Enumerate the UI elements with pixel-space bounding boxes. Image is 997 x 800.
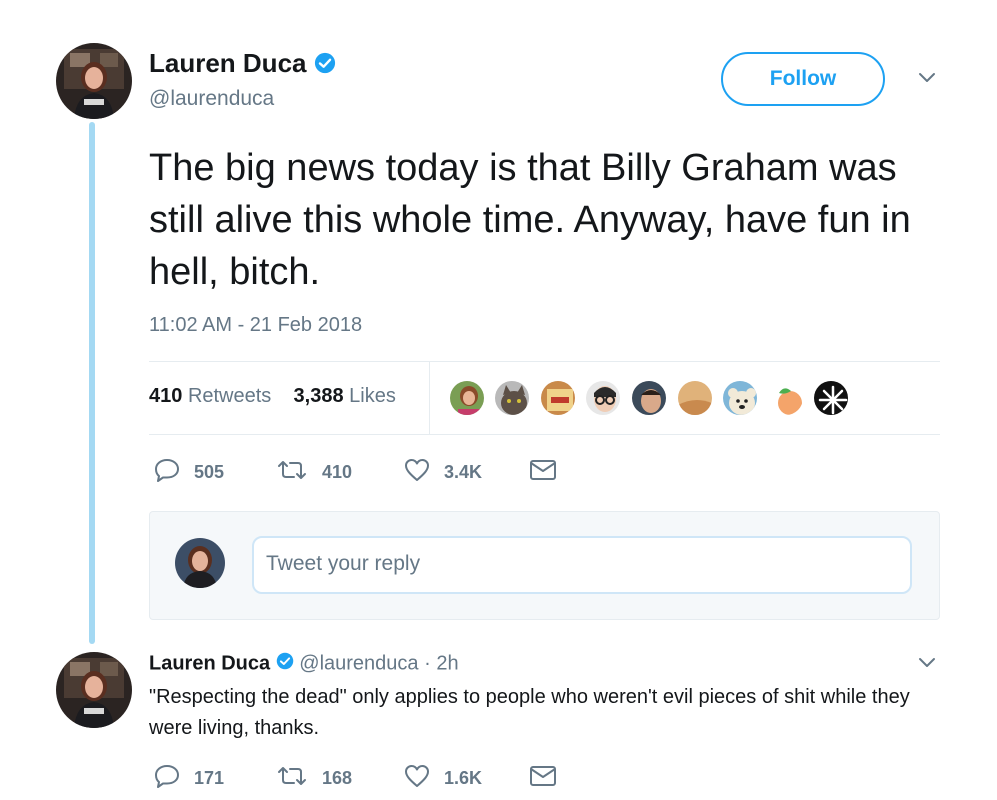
like-icon (404, 458, 444, 487)
divider-top (149, 361, 940, 362)
like-stat[interactable]: 3,388 Likes (294, 385, 396, 407)
thread-connector-line (89, 122, 95, 644)
liker-avatar[interactable] (539, 379, 577, 417)
author-avatar[interactable] (56, 43, 132, 119)
divider-bottom (149, 434, 940, 435)
verified-badge-icon (276, 652, 294, 676)
liker-avatar[interactable] (812, 379, 850, 417)
retweet-icon (276, 764, 322, 793)
stats-vertical-divider (429, 362, 430, 434)
message-icon (529, 459, 571, 486)
reply-like-button[interactable]: 1.6K (404, 764, 482, 793)
follow-button[interactable]: Follow (721, 52, 885, 106)
reply-separator: · (424, 652, 431, 675)
reply-author-avatar[interactable] (56, 652, 132, 728)
reply-text: "Respecting the dead" only applies to pe… (149, 686, 910, 739)
chevron-down-icon[interactable] (917, 656, 937, 675)
reply-author-name[interactable]: Lauren Duca (149, 652, 270, 674)
author-name[interactable]: Lauren Duca (149, 48, 336, 81)
reply-icon (154, 764, 194, 793)
tweet-stats: 410 Retweets 3,388 Likes (149, 385, 396, 408)
chevron-down-icon[interactable] (917, 71, 937, 90)
current-user-avatar (175, 538, 225, 588)
author-handle[interactable]: @laurenduca (149, 87, 274, 111)
message-icon (529, 765, 571, 792)
liker-avatar[interactable] (721, 379, 759, 417)
retweet-stat[interactable]: 410 Retweets (149, 385, 271, 407)
liker-avatar[interactable] (493, 379, 531, 417)
reply-input[interactable]: Tweet your reply (252, 536, 912, 594)
liker-avatar[interactable] (767, 379, 805, 417)
reply-direct-message-button[interactable] (529, 765, 571, 792)
reply-retweet-button[interactable]: 168 (276, 764, 352, 793)
liker-avatar[interactable] (676, 379, 714, 417)
reply-author-handle[interactable]: @laurenduca (299, 652, 418, 674)
direct-message-button[interactable] (529, 459, 571, 486)
like-button[interactable]: 3.4K (404, 458, 482, 487)
tweet-text: The big news today is that Billy Graham … (149, 147, 911, 293)
retweet-icon (276, 458, 322, 487)
tweet-timestamp[interactable]: 11:02 AM - 21 Feb 2018 (149, 314, 362, 337)
liker-avatar[interactable] (448, 379, 486, 417)
reply-reply-button[interactable]: 171 (154, 764, 224, 793)
verified-badge-icon (314, 50, 336, 81)
reply-icon (154, 458, 194, 487)
liker-avatar[interactable] (630, 379, 668, 417)
retweet-button[interactable]: 410 (276, 458, 352, 487)
liker-avatar[interactable] (584, 379, 622, 417)
reply-author-line: Lauren Duca @laurenduca · 2h (149, 652, 459, 676)
reply-time[interactable]: 2h (436, 652, 458, 674)
like-icon (404, 764, 444, 793)
reply-button[interactable]: 505 (154, 458, 224, 487)
